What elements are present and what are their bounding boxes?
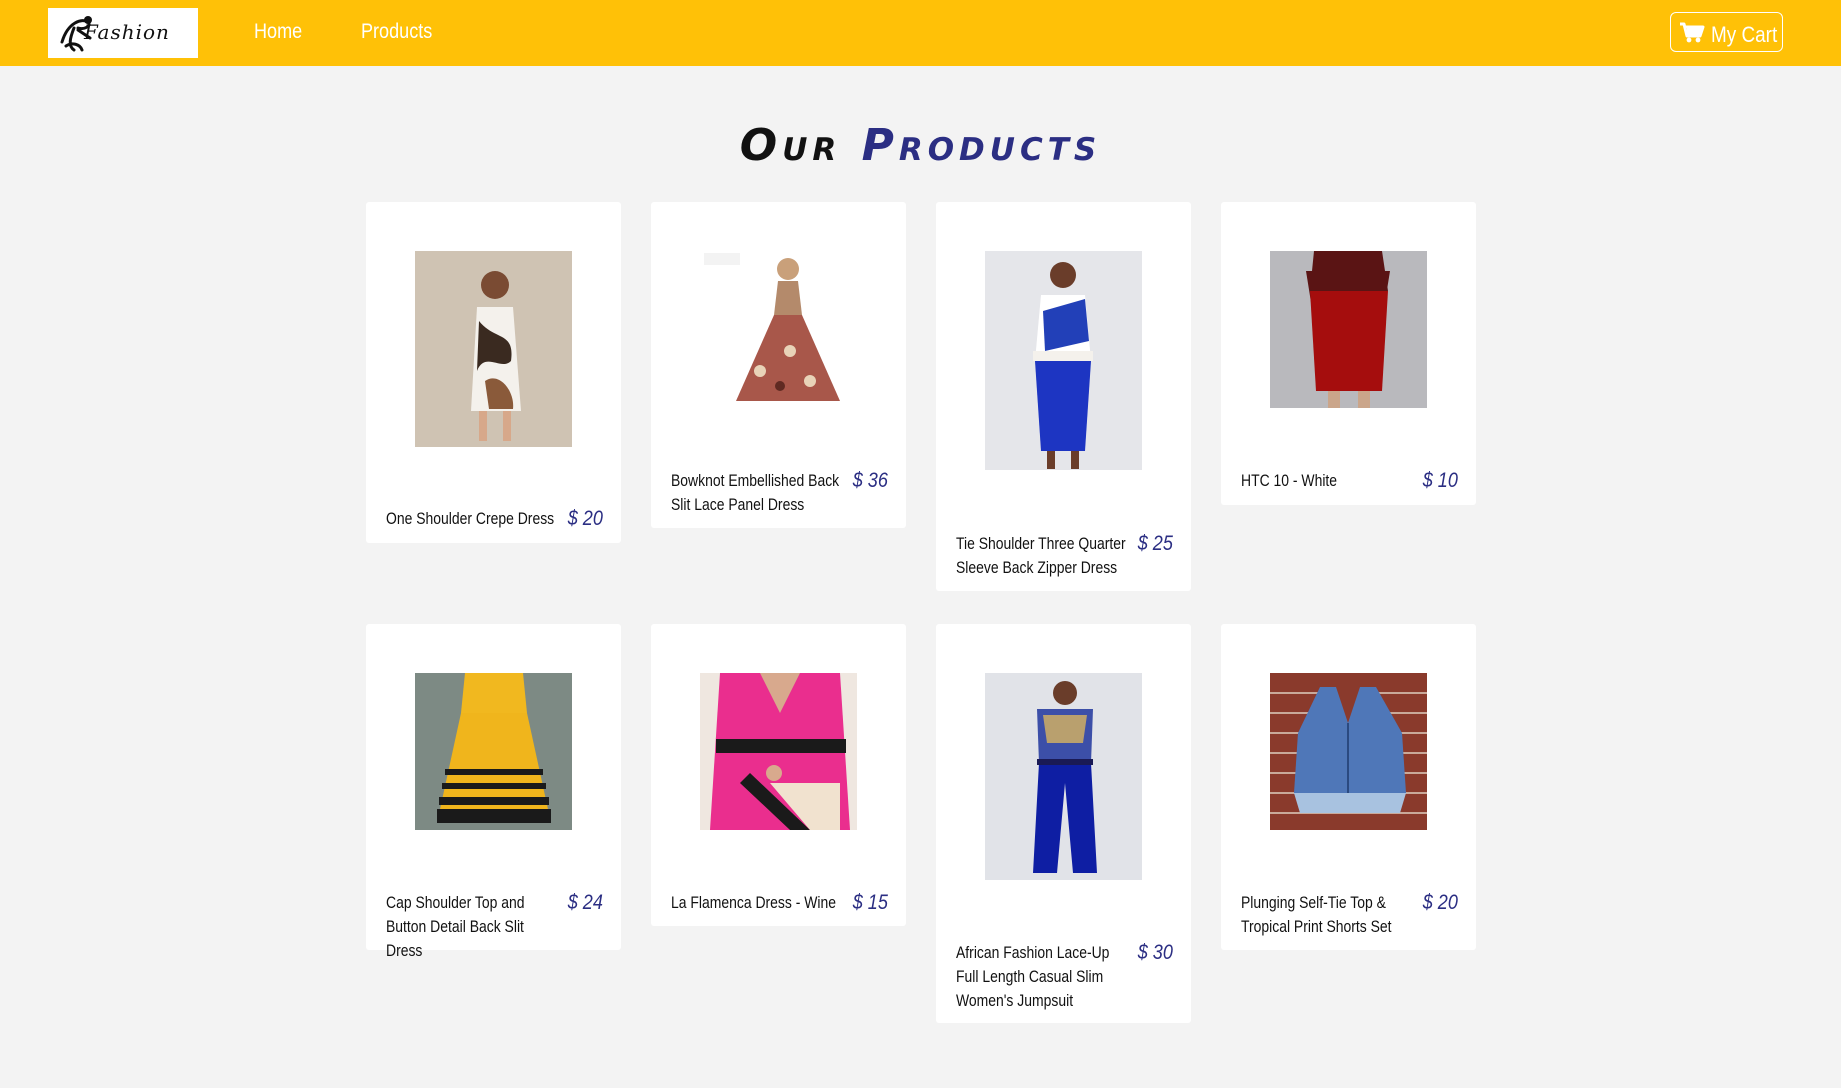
shopping-cart-icon xyxy=(1680,22,1705,43)
product-name[interactable]: One Shoulder Crepe Dress xyxy=(386,507,558,531)
product-image[interactable] xyxy=(1270,673,1427,830)
product-price: $ 15 xyxy=(852,891,888,914)
product-name[interactable]: Cap Shoulder Top and Button Detail Back … xyxy=(386,891,558,963)
product-name[interactable]: Plunging Self-Tie Top & Tropical Print S… xyxy=(1241,891,1413,939)
product-card[interactable]: Bowknot Embellished Back Slit Lace Panel… xyxy=(651,202,906,528)
product-card[interactable]: African Fashion Lace-Up Full Length Casu… xyxy=(936,624,1191,1023)
brand-logo[interactable]: Fashion xyxy=(48,8,198,58)
product-image[interactable] xyxy=(1270,251,1427,408)
product-card[interactable]: Plunging Self-Tie Top & Tropical Print S… xyxy=(1221,624,1476,950)
nav-products-link[interactable]: Products xyxy=(361,20,432,44)
product-image[interactable] xyxy=(415,251,572,447)
product-name[interactable]: Tie Shoulder Three Quarter Sleeve Back Z… xyxy=(956,532,1128,580)
logo-text: Fashion xyxy=(84,20,170,44)
product-name[interactable]: Bowknot Embellished Back Slit Lace Panel… xyxy=(671,469,843,517)
product-card[interactable]: Cap Shoulder Top and Button Detail Back … xyxy=(366,624,621,960)
product-image[interactable] xyxy=(700,673,857,830)
product-image[interactable] xyxy=(985,251,1142,470)
product-card[interactable]: Tie Shoulder Three Quarter Sleeve Back Z… xyxy=(936,202,1191,591)
page-title-word-1: Our xyxy=(739,120,842,171)
my-cart-button[interactable]: My Cart xyxy=(1670,12,1783,52)
product-name[interactable]: La Flamenca Dress - Wine xyxy=(671,891,843,915)
product-image[interactable] xyxy=(985,673,1142,880)
product-image[interactable] xyxy=(700,251,857,408)
product-price: $ 10 xyxy=(1422,469,1458,492)
my-cart-label: My Cart xyxy=(1711,22,1778,47)
product-price: $ 25 xyxy=(1137,532,1173,555)
product-price: $ 20 xyxy=(1422,891,1458,914)
product-price: $ 36 xyxy=(852,469,888,492)
page-title: Our Products xyxy=(0,118,1841,174)
page-title-word-2: Products xyxy=(861,120,1102,171)
nav-home-link[interactable]: Home xyxy=(254,20,302,44)
product-name[interactable]: African Fashion Lace-Up Full Length Casu… xyxy=(956,941,1128,1013)
product-card[interactable]: La Flamenca Dress - Wine $ 15 xyxy=(651,624,906,926)
product-card[interactable]: HTC 10 - White $ 10 xyxy=(1221,202,1476,505)
top-navbar: Fashion Home Products My Cart xyxy=(0,0,1841,66)
product-price: $ 30 xyxy=(1137,941,1173,964)
product-name[interactable]: HTC 10 - White xyxy=(1241,469,1413,493)
product-price: $ 20 xyxy=(567,507,603,530)
product-card[interactable]: One Shoulder Crepe Dress $ 20 xyxy=(366,202,621,543)
product-image[interactable] xyxy=(415,673,572,830)
product-price: $ 24 xyxy=(567,891,603,914)
